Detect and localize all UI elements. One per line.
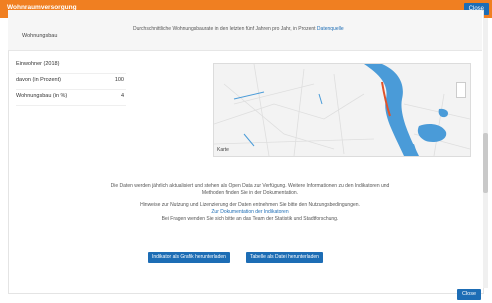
download-table-button[interactable]: Tabelle als Datei herunterladen (246, 252, 323, 263)
river (364, 64, 419, 156)
stat-row: Einwohner (2018) (16, 58, 126, 74)
action-buttons: Indikator als Grafik herunterladen Tabel… (148, 252, 348, 263)
scrollbar[interactable] (483, 18, 488, 288)
stat-value: 4 (120, 93, 124, 99)
download-chart-button[interactable]: Indikator als Grafik herunterladen (148, 252, 230, 263)
lake (438, 108, 449, 118)
stat-label: davon (in Prozent) (16, 77, 61, 83)
info-text: Die Daten werden jährlich aktualisiert u… (100, 183, 400, 228)
info-paragraph: Hinweise zur Nutzung und Lizenzierung de… (100, 202, 400, 223)
source-link[interactable]: Datenquelle (317, 26, 344, 32)
info-paragraph: Die Daten werden jährlich aktualisiert u… (110, 183, 390, 196)
indicator-description-text: Durchschnittliche Wohnungsbaurate in den… (133, 26, 316, 32)
zoom-control[interactable] (456, 82, 466, 98)
stat-row: Wohnungsbau (in %) 4 (16, 90, 126, 106)
lake (404, 144, 418, 156)
map-label: Karte (217, 147, 229, 153)
map-graphic (214, 64, 470, 156)
stat-label: Einwohner (2018) (16, 61, 60, 67)
lake (417, 124, 447, 142)
stat-row: davon (in Prozent) 100 (16, 74, 126, 90)
indicator-row: Wohnungsbau Durchschnittliche Wohnungsba… (8, 10, 482, 51)
close-button-bottom[interactable]: Close (456, 289, 481, 300)
info-text-part: Hinweise zur Nutzung und Lizenzierung de… (140, 202, 360, 208)
map-view[interactable]: Karte (213, 63, 471, 157)
stats-table: Einwohner (2018) davon (in Prozent) 100 … (16, 58, 126, 106)
streets (214, 64, 470, 156)
scrollbar-thumb[interactable] (483, 133, 488, 193)
info-text-part: Bei Fragen wenden Sie sich bitte an das … (161, 216, 339, 222)
documentation-link[interactable]: Zur Dokumentation der Indikatoren (211, 209, 288, 215)
canal (243, 133, 255, 147)
stat-label: Wohnungsbau (in %) (16, 93, 68, 99)
indicator-label: Wohnungsbau (22, 33, 58, 39)
indicator-description: Durchschnittliche Wohnungsbaurate in den… (133, 25, 433, 33)
canal (318, 93, 323, 105)
stat-value: 100 (114, 77, 124, 83)
